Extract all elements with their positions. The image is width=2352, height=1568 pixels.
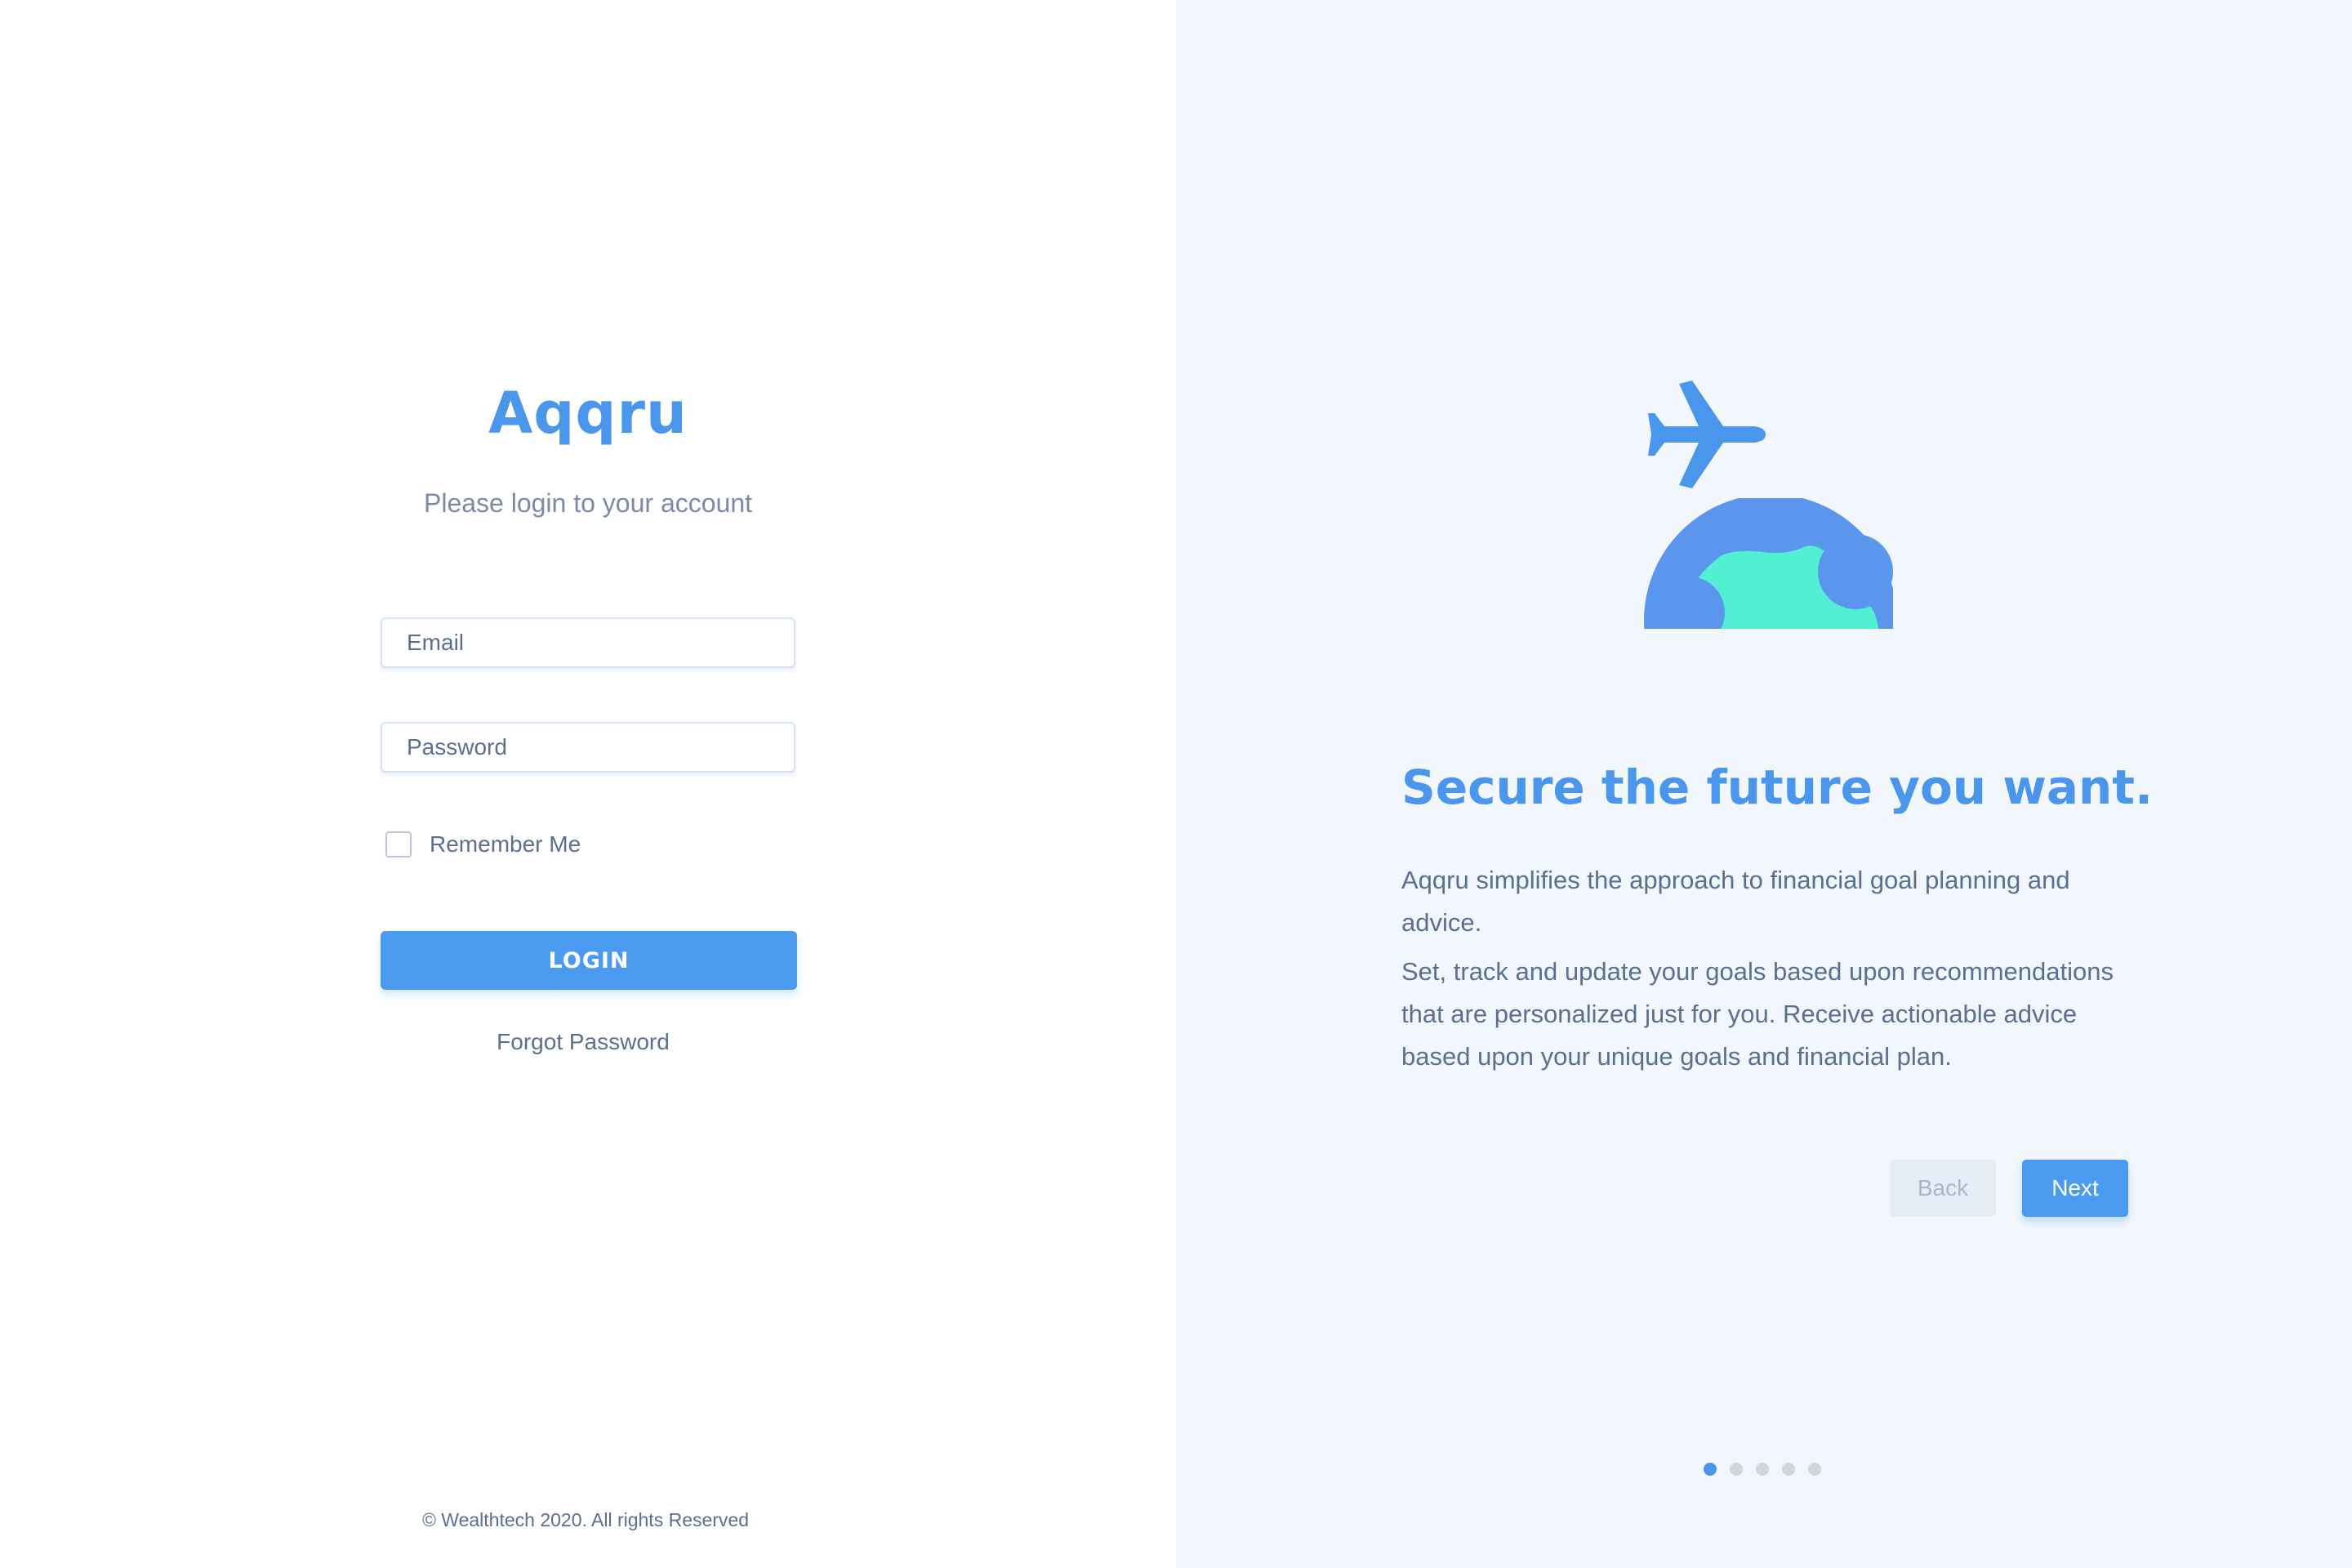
carousel-pagination [1704,1463,1821,1476]
back-button[interactable]: Back [1890,1160,1996,1217]
pagination-dot-2[interactable] [1730,1463,1743,1476]
login-button[interactable]: LOGIN [381,931,797,990]
pagination-dot-4[interactable] [1782,1463,1795,1476]
onboarding-paragraph-2: Set, track and update your goals based u… [1401,957,2114,1071]
brand-logo: Aqqru [488,380,688,447]
login-page: Aqqru Please login to your account Remem… [0,0,2352,1568]
onboarding-paragraph-1: Aqqru simplifies the approach to financi… [1401,866,2070,937]
onboarding-headline: Secure the future you want. [1401,760,2154,815]
login-panel: Aqqru Please login to your account Remem… [0,0,1176,1568]
airplane-icon [1648,381,1766,488]
pagination-dot-5[interactable] [1808,1463,1821,1476]
password-field[interactable] [381,722,795,773]
remember-me-label: Remember Me [430,831,581,857]
remember-me-checkbox[interactable] [385,831,412,858]
next-button[interactable]: Next [2022,1160,2128,1217]
onboarding-panel: Secure the future you want. Aqqru simpli… [1176,0,2352,1568]
pagination-dot-1[interactable] [1704,1463,1717,1476]
remember-me[interactable]: Remember Me [385,831,581,858]
login-subtitle: Please login to your account [423,488,753,518]
email-field[interactable] [381,617,795,668]
pagination-dot-3[interactable] [1756,1463,1769,1476]
copyright-footer: © Wealthtech 2020. All rights Reserved [421,1509,750,1530]
forgot-password-link[interactable]: Forgot Password [0,1029,1166,1055]
globe-icon [1644,498,1893,629]
airplane-over-globe-icon [1644,381,1893,629]
